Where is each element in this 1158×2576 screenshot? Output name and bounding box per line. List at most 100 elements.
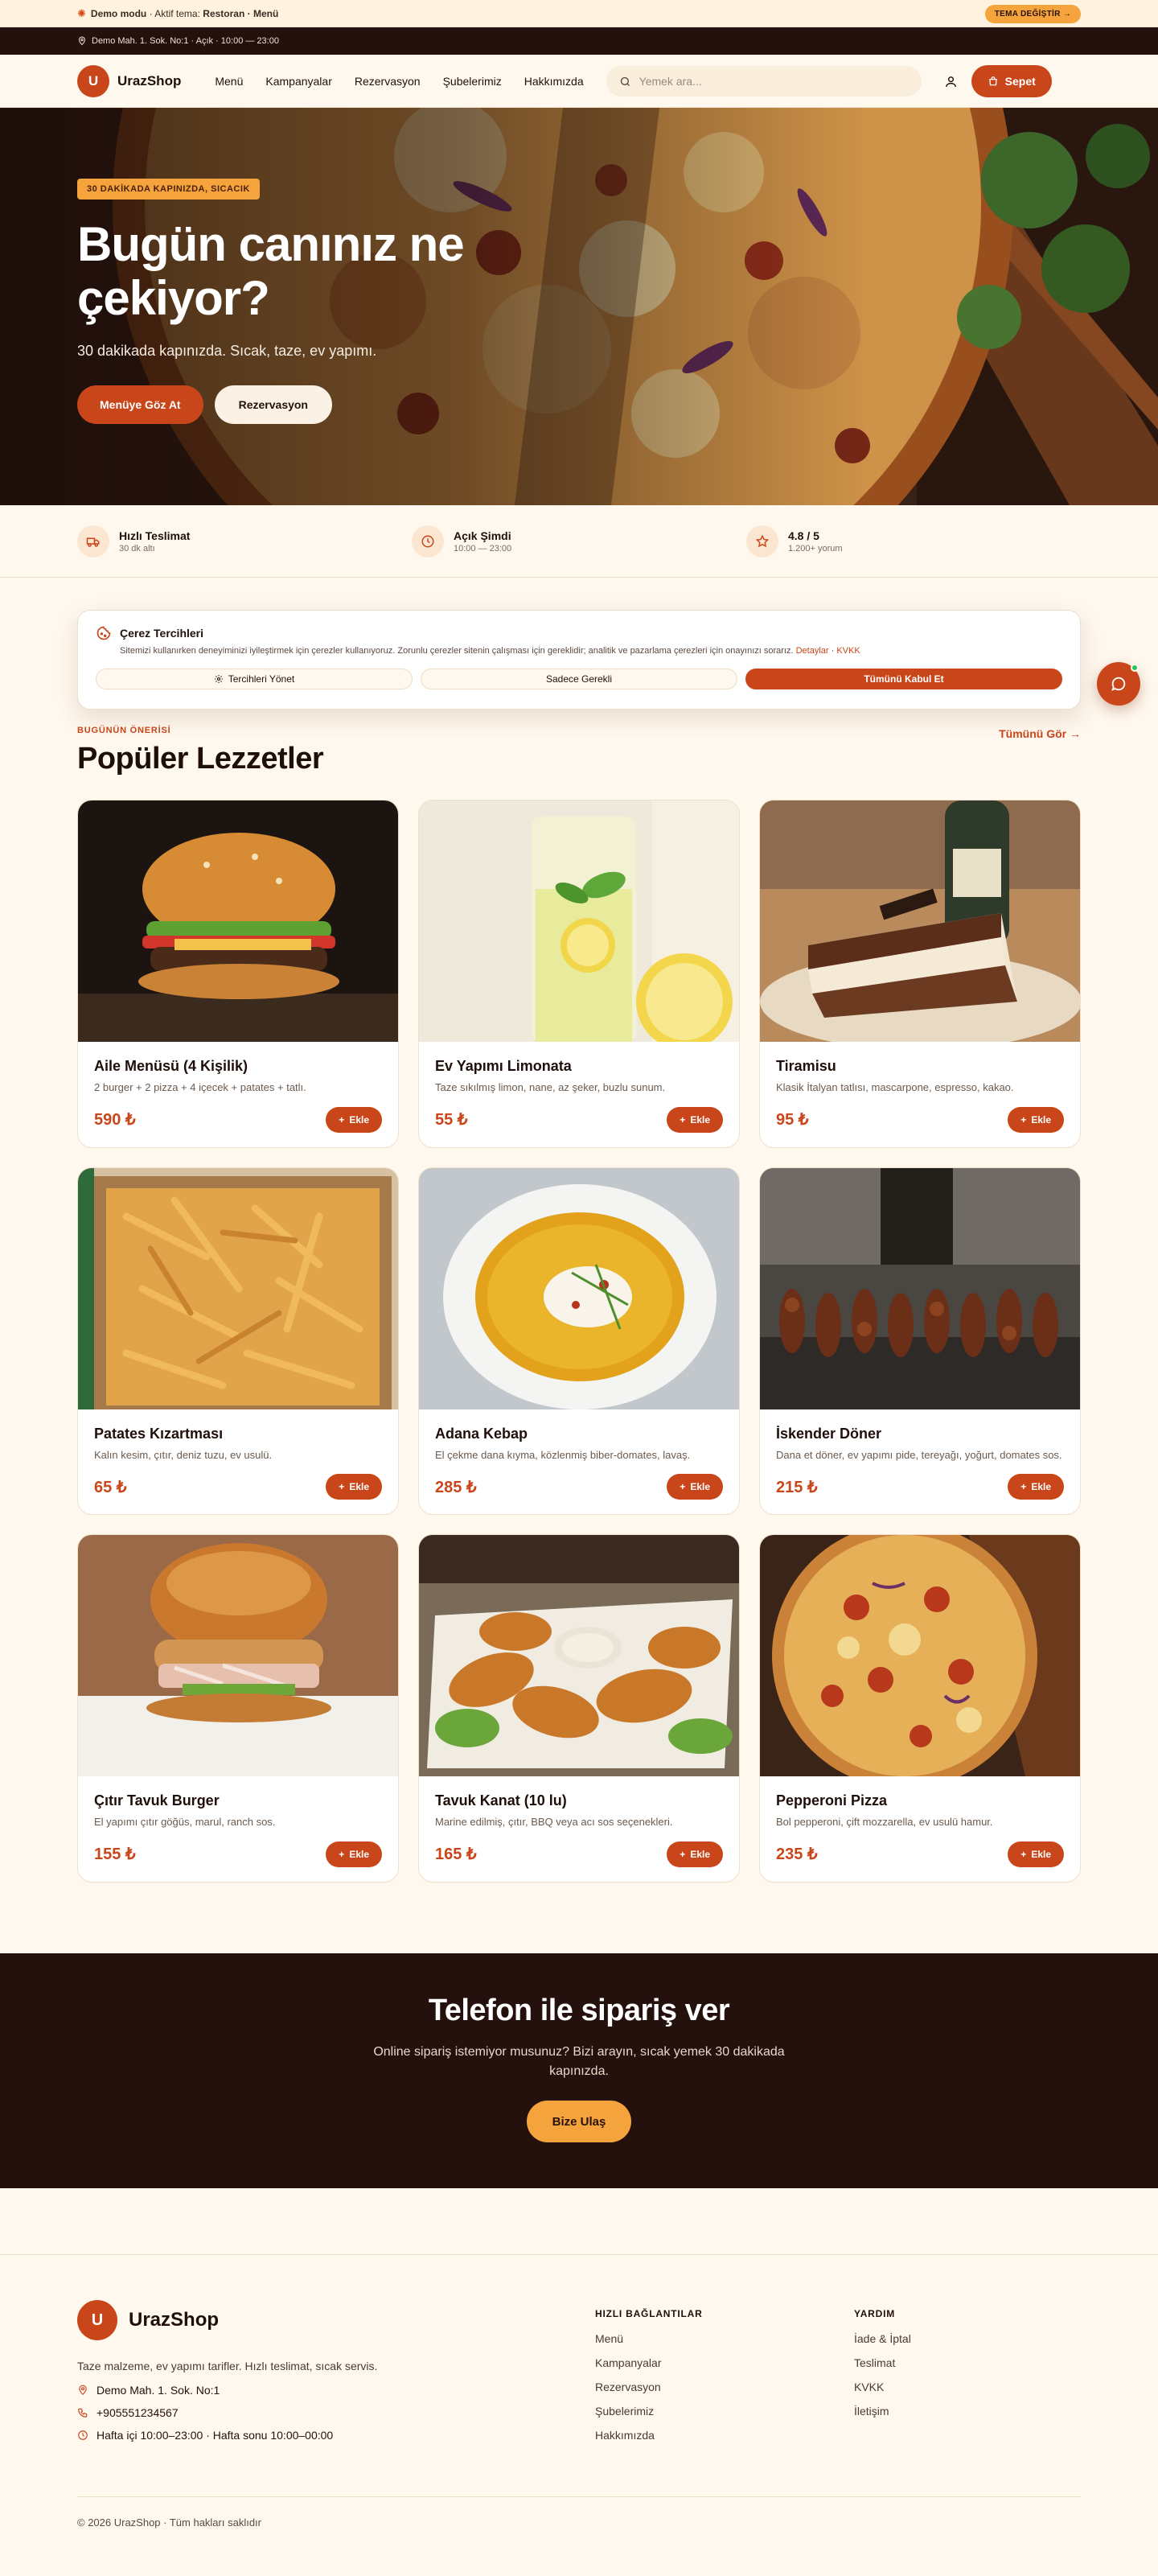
- product-name[interactable]: Aile Menüsü (4 Kişilik): [94, 1058, 382, 1075]
- reservation-button[interactable]: Rezervasyon: [214, 385, 332, 425]
- product-name[interactable]: Tiramisu: [776, 1058, 1064, 1075]
- site-footer: U UrazShop Taze malzeme, ev yapımı tarif…: [0, 2254, 1158, 2576]
- cookie-accept-button[interactable]: Tümünü Kabul Et: [745, 669, 1062, 689]
- search-input[interactable]: [639, 75, 881, 88]
- product-card[interactable]: Ev Yapımı Limonata Taze sıkılmış limon, n…: [418, 800, 740, 1148]
- product-card[interactable]: Çıtır Tavuk Burger El yapımı çıtır göğüs,…: [77, 1534, 399, 1883]
- clock-icon: [412, 525, 444, 558]
- footer-link-refund[interactable]: İade & İptal: [854, 2332, 1081, 2345]
- product-name[interactable]: Pepperoni Pizza: [776, 1792, 1064, 1809]
- product-card[interactable]: Tavuk Kanat (10 lu) Marine edilmiş, çıtır…: [418, 1534, 740, 1883]
- footer-link-contact[interactable]: İletişim: [854, 2405, 1081, 2418]
- product-card[interactable]: Pepperoni Pizza Bol pepperoni, çift mozza…: [759, 1534, 1081, 1883]
- product-image[interactable]: [419, 800, 739, 1050]
- footer-link-kvkk[interactable]: KVKK: [854, 2381, 1081, 2393]
- logo-mark: U: [77, 65, 109, 97]
- copyright: © 2026 UrazShop · Tüm hakları saklıdır: [77, 2496, 1081, 2529]
- add-to-cart-button[interactable]: + Ekle: [1008, 1474, 1064, 1500]
- product-name[interactable]: Adana Kebap: [435, 1426, 723, 1442]
- location-pin-icon: [78, 36, 86, 46]
- product-image[interactable]: [419, 1535, 739, 1776]
- footer-logo[interactable]: U UrazShop: [77, 2300, 595, 2340]
- footer-link-reservation[interactable]: Rezervasyon: [595, 2381, 854, 2393]
- footer-quick-links: HIZLI BAĞLANTILAR Menü Kampanyalar Rezer…: [595, 2300, 854, 2442]
- footer-hours: Hafta içi 10:00–23:00 · Hafta sonu 10:00…: [77, 2429, 595, 2442]
- nav-item-menu[interactable]: Menü: [215, 75, 243, 88]
- bag-icon: [988, 76, 997, 86]
- section-title: Popüler Lezzetler: [77, 742, 324, 776]
- product-image[interactable]: [760, 800, 1080, 1050]
- footer-link-about[interactable]: Hakkımızda: [595, 2429, 854, 2442]
- cookie-manage-button[interactable]: Tercihleri Yönet: [96, 669, 413, 689]
- add-to-cart-button[interactable]: + Ekle: [326, 1841, 382, 1867]
- add-to-cart-button[interactable]: + Ekle: [326, 1106, 382, 1133]
- nav-item-reservation[interactable]: Rezervasyon: [355, 75, 421, 88]
- theme-change-button[interactable]: TEMA DEĞİŞTİR →: [984, 4, 1081, 23]
- site-header: U UrazShop Menü Kampanyalar Rezervasyon …: [0, 55, 1158, 108]
- logo[interactable]: U UrazShop: [77, 65, 181, 97]
- product-price: 65 ₺: [94, 1478, 127, 1496]
- footer-help-links: YARDIM İade & İptal Teslimat KVKK İletiş…: [854, 2300, 1081, 2442]
- product-name[interactable]: Patates Kızartması: [94, 1426, 382, 1442]
- nav-item-about[interactable]: Hakkımızda: [524, 75, 584, 88]
- add-to-cart-button[interactable]: + Ekle: [326, 1474, 382, 1500]
- sparkle-icon: ✺: [77, 7, 86, 19]
- footer-link-delivery[interactable]: Teslimat: [854, 2356, 1081, 2369]
- add-to-cart-button[interactable]: + Ekle: [1008, 1841, 1064, 1867]
- phone-order-section: Telefon ile sipariş ver Online sipariş i…: [0, 1953, 1158, 2188]
- product-price: 285 ₺: [435, 1478, 477, 1496]
- hero-title: Bugün canınız ne çekiyor?: [77, 217, 465, 326]
- star-icon: [746, 525, 778, 558]
- phone-icon: [78, 2408, 88, 2418]
- truck-icon: [77, 525, 109, 558]
- cookie-details-link[interactable]: Detaylar: [796, 646, 829, 656]
- contact-button[interactable]: Bize Ulaş: [526, 2101, 632, 2142]
- cart-button[interactable]: Sepet: [971, 65, 1052, 97]
- product-name[interactable]: Ev Yapımı Limonata: [435, 1058, 723, 1075]
- add-to-cart-button[interactable]: + Ekle: [667, 1841, 723, 1867]
- feature-open: Açık Şimdi 10:00 — 23:00: [412, 525, 746, 558]
- see-all-link[interactable]: Tümünü Gör →: [999, 727, 1081, 740]
- product-image[interactable]: [419, 1167, 739, 1409]
- plus-icon: +: [680, 1113, 686, 1125]
- product-card[interactable]: Tiramisu Klasik İtalyan tatlısı, mascarpo…: [759, 800, 1081, 1148]
- footer-phone[interactable]: +905551234567: [77, 2406, 595, 2419]
- cart-label: Sepet: [1004, 75, 1036, 88]
- footer-logo-mark: U: [77, 2300, 117, 2340]
- product-image[interactable]: [760, 1534, 1080, 1788]
- product-image[interactable]: [760, 1167, 1080, 1409]
- browse-menu-button[interactable]: Menüye Göz At: [77, 385, 203, 425]
- footer-link-branches[interactable]: Şubelerimiz: [595, 2405, 854, 2418]
- nav-item-branches[interactable]: Şubelerimiz: [443, 75, 502, 88]
- product-price: 95 ₺: [776, 1111, 809, 1129]
- product-card[interactable]: Patates Kızartması Kalın kesim, çıtır, de…: [77, 1167, 399, 1515]
- search-box[interactable]: [606, 66, 922, 97]
- product-price: 55 ₺: [435, 1111, 468, 1129]
- footer-link-menu[interactable]: Menü: [595, 2332, 854, 2345]
- plus-icon: +: [680, 1481, 686, 1492]
- product-description: Kalın kesim, çıtır, deniz tuzu, ev usulü…: [94, 1448, 273, 1461]
- feature-rating: 4.8 / 5 1.200+ yorum: [746, 525, 1081, 558]
- product-card[interactable]: İskender Döner Dana et döner, ev yapımı p…: [759, 1167, 1081, 1515]
- product-image[interactable]: [78, 1535, 398, 1776]
- nav-item-campaigns[interactable]: Kampanyalar: [265, 75, 332, 88]
- hero-section: 30 DAKİKADA KAPINIZDA, SICACIK Bugün can…: [0, 108, 1158, 505]
- add-to-cart-button[interactable]: + Ekle: [1008, 1106, 1064, 1133]
- cookie-kvkk-link[interactable]: KVKK: [836, 646, 860, 656]
- footer-link-campaigns[interactable]: Kampanyalar: [595, 2356, 854, 2369]
- product-image[interactable]: [78, 1167, 398, 1409]
- product-name[interactable]: Çıtır Tavuk Burger: [94, 1792, 382, 1809]
- add-to-cart-button[interactable]: + Ekle: [667, 1106, 723, 1133]
- cookie-required-button[interactable]: Sadece Gerekli: [421, 669, 737, 689]
- product-name[interactable]: Tavuk Kanat (10 lu): [435, 1792, 723, 1809]
- cookie-icon: [96, 626, 111, 640]
- chat-button[interactable]: [1097, 662, 1140, 706]
- product-name[interactable]: İskender Döner: [776, 1426, 1064, 1442]
- add-to-cart-button[interactable]: + Ekle: [667, 1474, 723, 1500]
- account-button[interactable]: [939, 69, 963, 93]
- product-description: Dana et döner, ev yapımı pide, tereyağı,…: [776, 1448, 1062, 1461]
- product-card[interactable]: Aile Menüsü (4 Kişilik) 2 burger + 2 pizz…: [77, 800, 399, 1148]
- product-image[interactable]: [78, 800, 398, 1042]
- product-card[interactable]: Adana Kebap El çekme dana kıyma, közlenmi…: [418, 1167, 740, 1515]
- feature-delivery: Hızlı Teslimat 30 dk altı: [77, 525, 412, 558]
